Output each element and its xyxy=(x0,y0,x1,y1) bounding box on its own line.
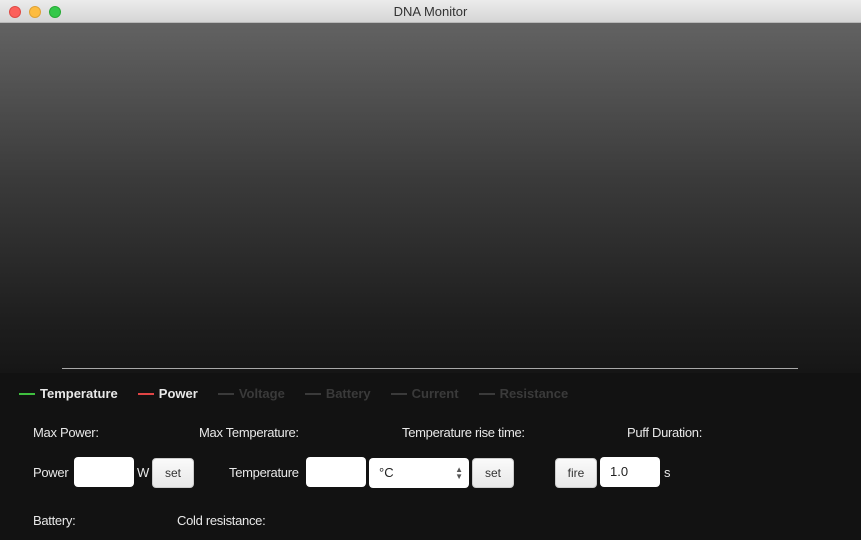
max-temperature-label: Max Temperature: xyxy=(199,425,299,440)
battery-label: Battery: xyxy=(33,513,76,528)
temperature-input[interactable] xyxy=(306,457,366,487)
temperature-unit-value: °C xyxy=(379,465,394,480)
chart-area xyxy=(0,23,861,373)
legend-label: Power xyxy=(158,386,198,401)
legend-swatch xyxy=(19,392,35,395)
legend-item-power[interactable]: Power xyxy=(137,386,198,401)
puff-duration-label: Puff Duration: xyxy=(627,425,703,440)
max-power-label: Max Power: xyxy=(33,425,99,440)
legend: Temperature Power Voltage Battery Current Res… xyxy=(19,386,588,401)
legend-swatch xyxy=(478,392,495,395)
legend-item-temperature[interactable]: Temperature xyxy=(19,386,118,401)
temperature-unit-select[interactable]: °C ▲ ▼ xyxy=(369,458,469,488)
puff-unit: s xyxy=(664,465,671,480)
fire-button[interactable]: fire xyxy=(555,458,597,488)
legend-item-resistance[interactable]: Resistance xyxy=(478,386,569,401)
legend-swatch xyxy=(217,392,234,395)
legend-item-battery[interactable]: Battery xyxy=(304,386,371,401)
legend-item-voltage[interactable]: Voltage xyxy=(217,386,285,401)
cold-resistance-label: Cold resistance: xyxy=(177,513,266,528)
power-unit: W xyxy=(137,465,149,480)
set-power-button[interactable]: set xyxy=(152,458,194,488)
title-bar: DNA Monitor xyxy=(0,0,861,23)
rise-time-label: Temperature rise time: xyxy=(402,425,525,440)
select-stepper-icon: ▲ ▼ xyxy=(455,465,463,481)
legend-swatch xyxy=(137,392,154,395)
power-label: Power xyxy=(33,465,69,480)
legend-swatch xyxy=(304,392,321,395)
temperature-label: Temperature xyxy=(229,465,299,480)
legend-swatch xyxy=(390,392,407,395)
close-button[interactable] xyxy=(9,6,21,18)
zoom-button[interactable] xyxy=(49,6,61,18)
legend-label: Resistance xyxy=(499,386,569,401)
legend-label: Current xyxy=(411,386,459,401)
window-title: DNA Monitor xyxy=(393,4,468,19)
set-temperature-button[interactable]: set xyxy=(472,458,514,488)
power-input[interactable] xyxy=(74,457,134,487)
legend-item-current[interactable]: Current xyxy=(390,386,459,401)
minimize-button[interactable] xyxy=(29,6,41,18)
x-axis-line xyxy=(62,368,798,369)
legend-label: Battery xyxy=(325,386,371,401)
legend-label: Temperature xyxy=(40,386,118,401)
legend-label: Voltage xyxy=(238,386,285,401)
puff-duration-input[interactable]: 1.0 xyxy=(600,457,660,487)
